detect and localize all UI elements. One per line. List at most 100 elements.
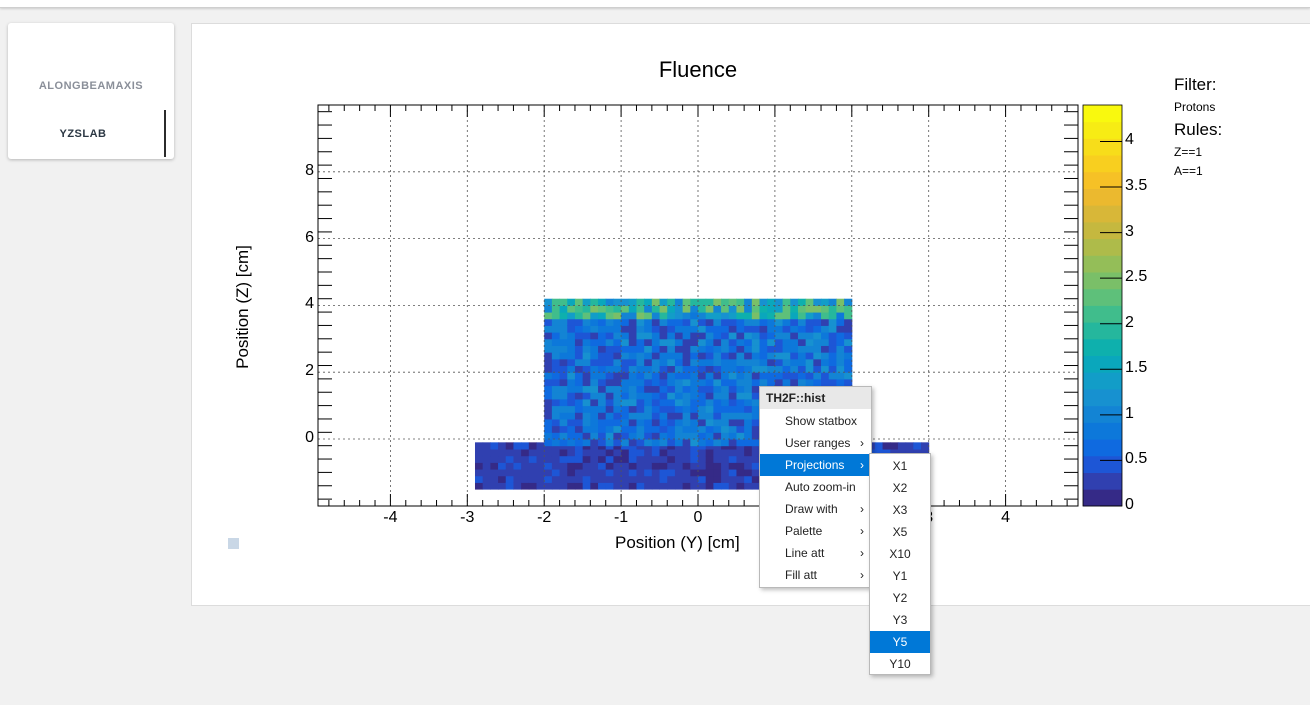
heatmap-cell [582,405,591,413]
projection-x5[interactable]: X5 [870,521,930,543]
heatmap-cell [774,352,784,360]
heatmap-cell [590,418,599,427]
heatmap-cell [598,358,607,367]
heatmap-cell [567,385,576,393]
heatmap-cell [667,385,676,393]
heatmap-cell [528,469,538,477]
canvas-toolbar-icon[interactable] [228,538,239,549]
heatmap-cell [674,392,684,400]
menu-item-projections[interactable]: Projections › [760,454,871,476]
heatmap-cell [544,405,553,413]
heatmap-cell [613,352,622,360]
heatmap-cell [636,392,645,400]
heatmap-cell [567,372,576,380]
heatmap-cell [651,352,661,360]
heatmap-cell [721,378,730,387]
menu-item-line-att[interactable]: Line att › [760,542,871,564]
heatmap-cell [698,462,707,470]
heatmap-cell [759,365,768,373]
heatmap-cell [705,482,714,490]
menu-item-user-ranges[interactable]: User ranges › [760,432,871,454]
heatmap-cell [644,405,653,413]
heatmap-cell [636,298,645,306]
heatmap-cell [767,298,776,306]
heatmap-cell [590,305,599,313]
heatmap-cell [674,338,684,346]
heatmap-cell [590,365,599,373]
histogram-canvas[interactable] [0,0,1310,705]
heatmap-cell [659,449,668,457]
heatmap-cell [728,318,737,326]
heatmap-cell [805,325,814,333]
menu-item-palette[interactable]: Palette › [760,520,871,542]
heatmap-cell [736,432,745,440]
menu-item-show-statbox[interactable]: Show statbox [760,410,871,432]
heatmap-cell [690,405,699,413]
projection-y2[interactable]: Y2 [870,587,930,609]
heatmap-cell [544,455,553,463]
heatmap-cell [744,392,753,400]
heatmap-cell [713,338,722,346]
x-tick-label: 0 [693,509,703,526]
heatmap-cell [621,449,630,457]
menu-item-draw-with[interactable]: Draw with › [760,498,871,520]
heatmap-cell [644,462,653,470]
palette-tick-label: 2 [1125,313,1134,331]
projection-x10[interactable]: X10 [870,543,930,565]
heatmap-cell [682,392,691,400]
heatmap-cell [559,312,568,320]
projection-x2[interactable]: X2 [870,477,930,499]
rule-1: Z==1 [1174,145,1203,159]
heatmap-cell [736,412,745,420]
menu-item-fill-att[interactable]: Fill att › [760,564,871,586]
heatmap-cell [536,475,545,483]
heatmap-cell [567,392,576,400]
heatmap-cell [782,332,791,340]
heatmap-cell [713,298,722,306]
heatmap-cell [544,332,553,340]
heatmap-cell [759,372,768,380]
heatmap-cell [690,305,699,313]
projection-y1[interactable]: Y1 [870,565,930,587]
heatmap-cell [605,425,614,433]
heatmap-cell [713,305,722,313]
heatmap-cell [836,298,845,306]
projection-y5[interactable]: Y5 [870,631,930,653]
heatmap-cell [813,352,822,360]
filter-value: Protons [1174,100,1216,114]
heatmap-cell [774,318,784,326]
menu-item-auto-zoom-in[interactable]: Auto zoom-in [760,476,871,498]
heatmap-cell [667,338,676,346]
heatmap-cell [582,392,591,400]
heatmap-cell [651,298,661,306]
heatmap-cell [713,345,722,353]
heatmap-cell [767,318,776,326]
heatmap-cell [613,398,622,407]
projection-y10[interactable]: Y10 [870,653,930,675]
heatmap-cell [659,398,668,407]
heatmap-cell [528,442,538,450]
heatmap-cell [774,372,784,380]
heatmap-cell [590,469,599,477]
heatmap-cell [767,325,776,333]
heatmap-cell [705,332,714,340]
heatmap-cell [790,372,799,380]
projection-x3[interactable]: X3 [870,499,930,521]
heatmap-cell [636,365,645,373]
projection-y3[interactable]: Y3 [870,609,930,631]
heatmap-cell [605,372,614,380]
heatmap-cell [621,405,630,413]
heatmap-cell [744,305,753,313]
heatmap-cell [567,432,576,440]
heatmap-cell [567,298,576,306]
heatmap-cell [721,449,730,457]
heatmap-cell [551,439,561,447]
heatmap-cell [551,469,561,477]
heatmap-cell [505,469,514,477]
rule-2: A==1 [1174,164,1203,178]
heatmap-cell [582,305,591,313]
heatmap-cell [713,325,722,333]
heatmap-cell [544,392,553,400]
heatmap-cell [605,449,614,457]
projection-x1[interactable]: X1 [870,455,930,477]
